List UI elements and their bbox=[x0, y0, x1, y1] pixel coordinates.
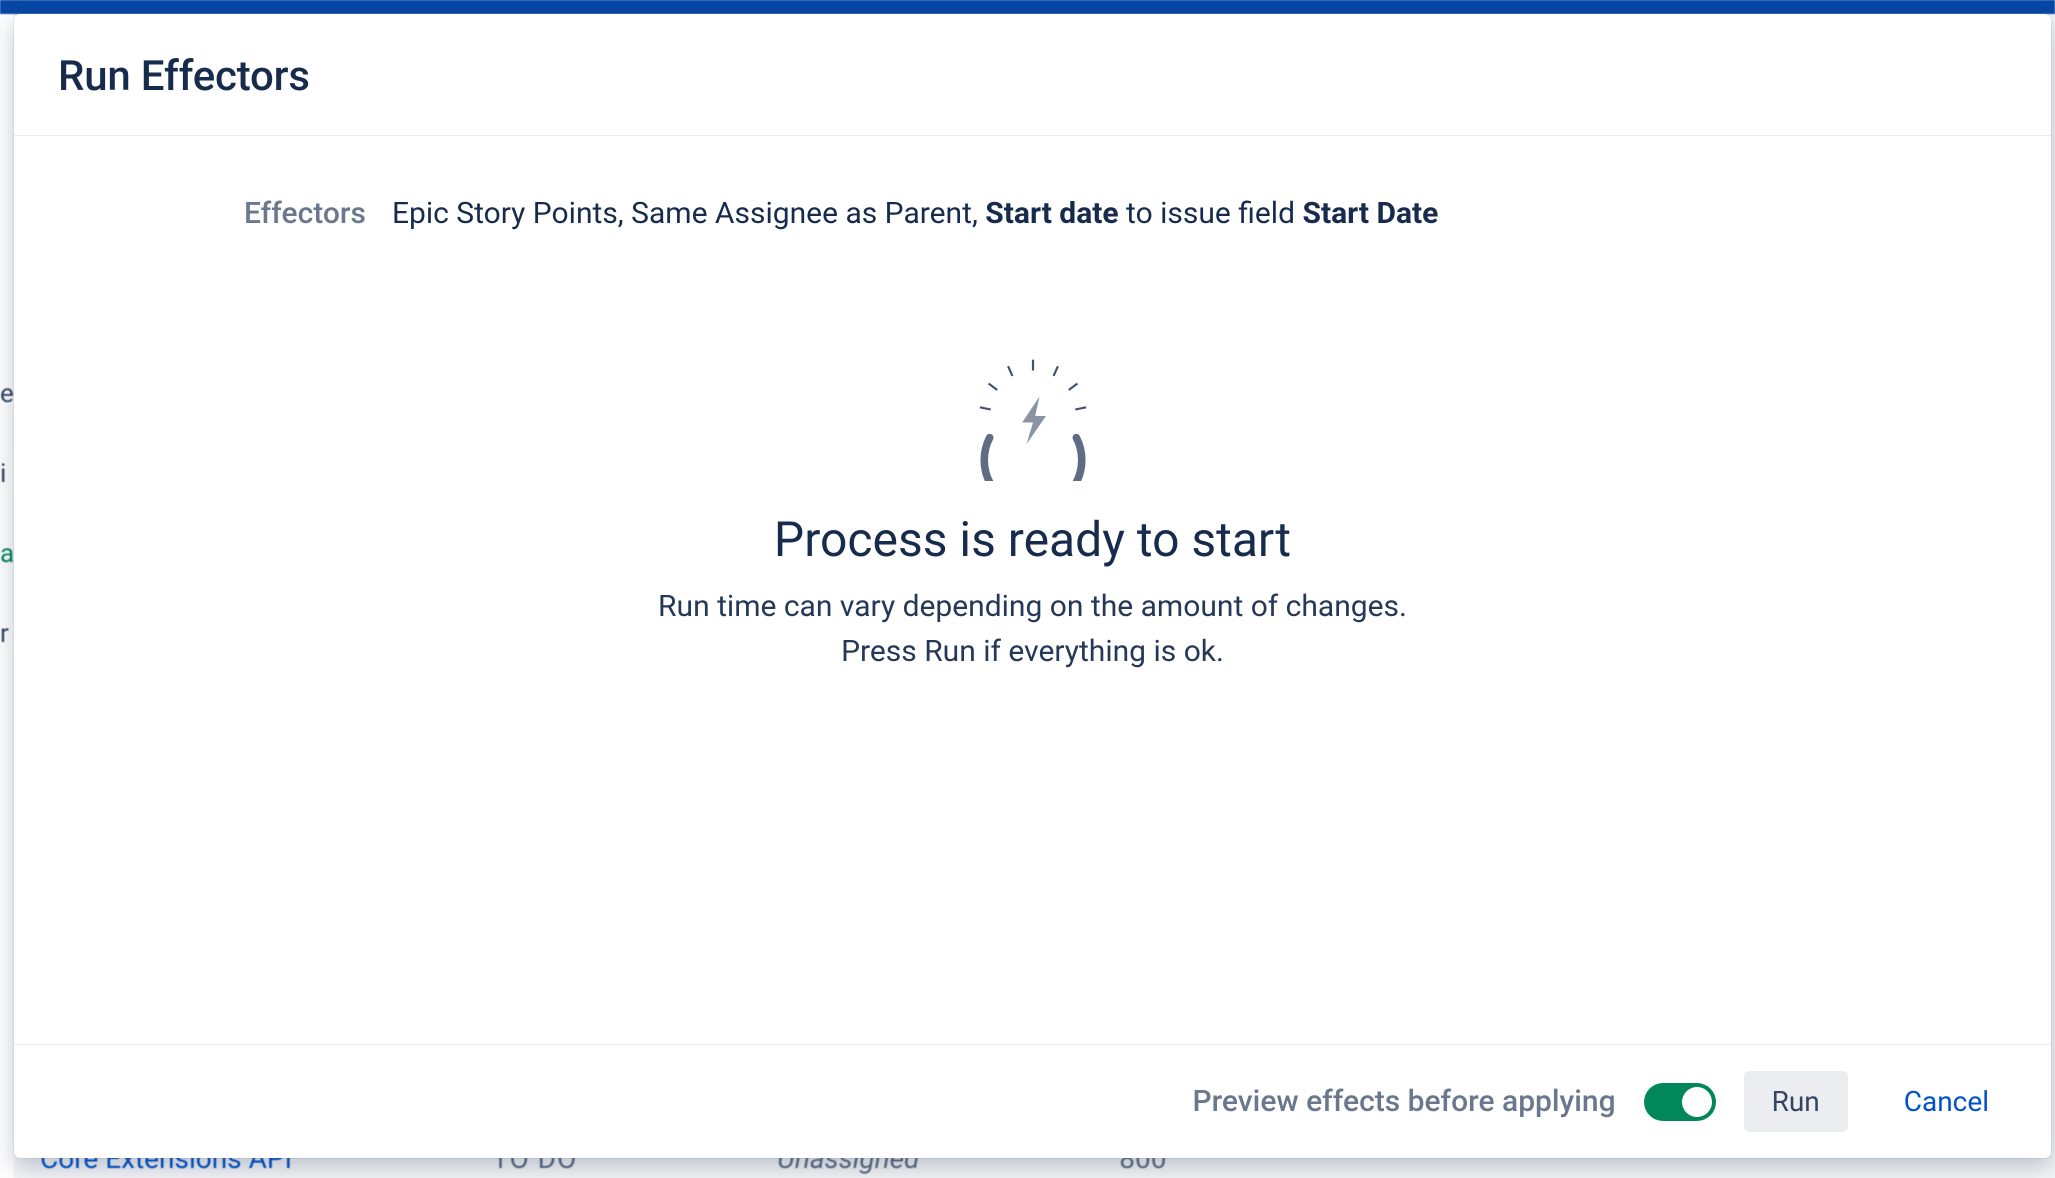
preview-toggle[interactable] bbox=[1644, 1083, 1716, 1121]
app-topbar-sliver bbox=[0, 0, 2055, 14]
run-button[interactable]: Run bbox=[1744, 1071, 1848, 1132]
ready-title: Process is ready to start bbox=[774, 511, 1291, 568]
gauge-icon bbox=[968, 351, 1098, 481]
ready-description: Run time can vary depending on the amoun… bbox=[658, 584, 1407, 674]
left-column-sliver: eiar bbox=[0, 14, 14, 1178]
modal-title: Run Effectors bbox=[58, 52, 2007, 101]
preview-toggle-label: Preview effects before applying bbox=[1192, 1084, 1615, 1119]
effectors-label: Effectors bbox=[244, 196, 366, 231]
effectors-text: to issue field bbox=[1119, 196, 1303, 231]
effectors-target-field: Start Date bbox=[1302, 196, 1438, 231]
effectors-value: Epic Story Points, Same Assignee as Pare… bbox=[392, 196, 1438, 231]
ready-state: Process is ready to start Run time can v… bbox=[74, 351, 1991, 674]
modal-header: Run Effectors bbox=[14, 14, 2051, 136]
effectors-source-field: Start date bbox=[985, 196, 1118, 231]
cancel-button[interactable]: Cancel bbox=[1876, 1071, 2017, 1132]
ready-line: Run time can vary depending on the amoun… bbox=[658, 584, 1407, 629]
effectors-summary: Effectors Epic Story Points, Same Assign… bbox=[74, 196, 1991, 231]
effectors-text: Epic Story Points, Same Assignee as Pare… bbox=[392, 196, 985, 231]
modal-footer: Preview effects before applying Run Canc… bbox=[14, 1044, 2051, 1158]
run-effectors-modal: Run Effectors Effectors Epic Story Point… bbox=[14, 14, 2051, 1158]
ready-line: Press Run if everything is ok. bbox=[658, 629, 1407, 674]
modal-body: Effectors Epic Story Points, Same Assign… bbox=[14, 136, 2051, 1044]
